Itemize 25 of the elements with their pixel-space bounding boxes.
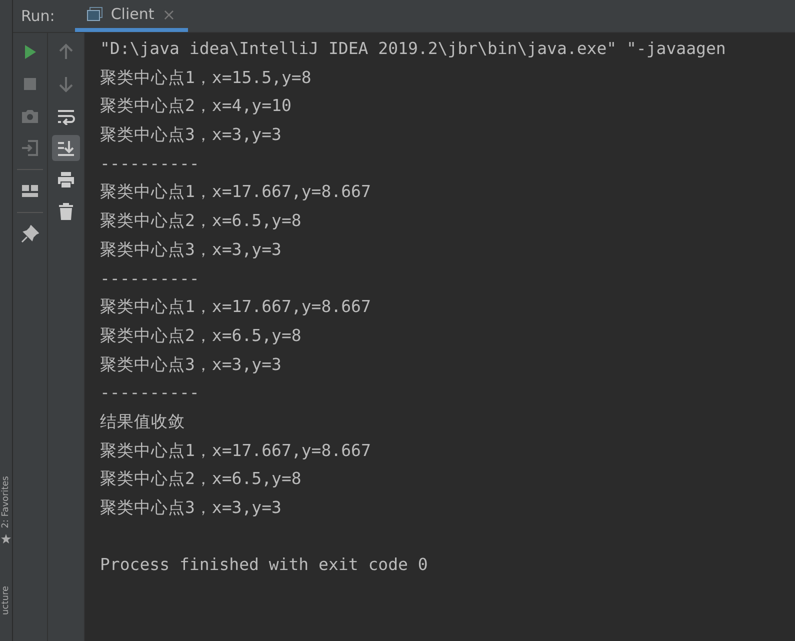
- console-line: 聚类中心点2，x=4,y=10: [100, 95, 292, 118]
- exit-message: Process finished with exit code 0: [100, 554, 429, 576]
- run-label: Run:: [20, 6, 56, 27]
- console-line: 聚类中心点2，x=6.5,y=8: [100, 468, 302, 490]
- console-line: 结果值收敛: [100, 410, 186, 433]
- console-line: "D:\java idea\IntelliJ IDEA 2019.2\jbr\bin\java.exe" "-javaagen: [100, 38, 727, 60]
- console-line: 聚类中心点2，x=6.5,y=8: [100, 210, 302, 232]
- console-line: 聚类中心点1，x=15.5,y=8: [100, 66, 312, 89]
- structure-tab[interactable]: ucture: [0, 586, 12, 616]
- console-line: 聚类中心点1，x=17.667,y=8.667: [100, 440, 372, 462]
- console-line: 聚类中心点3，x=3,y=3: [100, 497, 282, 519]
- star-icon: [1, 534, 11, 544]
- console-line: 聚类中心点1，x=17.667,y=8.667: [100, 181, 372, 204]
- scroll-to-end-icon[interactable]: [52, 135, 80, 161]
- close-icon[interactable]: ×: [162, 4, 176, 24]
- console-line: 聚类中心点3，x=3,y=3: [100, 124, 282, 146]
- console-line: 聚类中心点3，x=3,y=3: [100, 238, 282, 261]
- console-line: ----------: [100, 268, 200, 290]
- favorites-tab[interactable]: 2: Favorites: [0, 476, 12, 528]
- console-line: 聚类中心点1，x=17.667,y=8.667: [100, 296, 372, 318]
- console-line: 聚类中心点2，x=6.5,y=8: [100, 324, 302, 347]
- console-line: 聚类中心点3，x=3,y=3: [100, 354, 282, 376]
- console-line: ----------: [100, 152, 200, 175]
- console-line: ----------: [100, 382, 200, 404]
- console-icon: [86, 7, 103, 21]
